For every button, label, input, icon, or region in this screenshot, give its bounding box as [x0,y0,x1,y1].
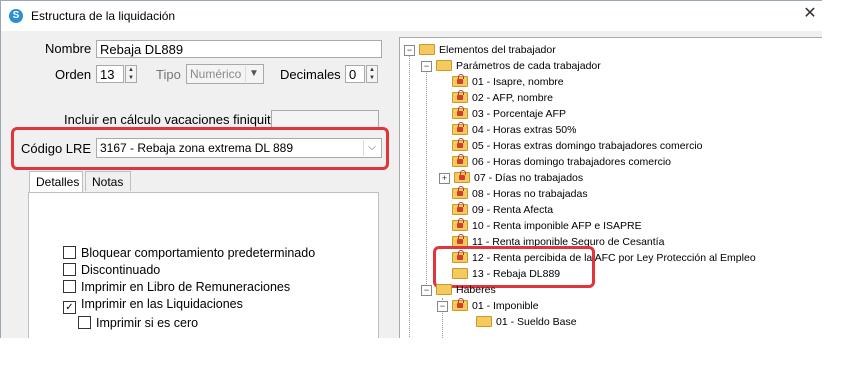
folder-icon [419,44,435,55]
orden-label: Orden [55,67,92,82]
tree-item[interactable]: − 01 - Imponible [437,298,539,314]
close-button[interactable]: ✕ [803,6,817,22]
tree-label: 07 - Días no trabajados [474,172,584,184]
decimales-input[interactable]: 0 [345,65,365,83]
tree-label: 08 - Horas no trabajadas [472,188,588,200]
checkbox-label: Imprimir en las Liquidaciones [81,297,243,311]
tree-label: 05 - Horas extras domingo trabajadores c… [472,140,703,152]
tree-label: Parámetros de cada trabajador [456,60,601,72]
tree-root[interactable]: − Elementos del trabajador [404,42,556,58]
collapse-icon[interactable]: − [404,45,415,56]
tipo-value: Numérico [190,67,242,81]
spin-up-icon[interactable]: ▲ [367,66,377,74]
elements-tree[interactable]: − Elementos del trabajador − Parámetros de… [399,37,823,339]
collapse-icon[interactable]: − [421,61,432,72]
vacaciones-select [271,110,379,128]
spin-down-icon[interactable]: ▼ [126,74,136,82]
checkbox-imprimir-si-cero[interactable]: Imprimir si es cero [78,316,198,330]
tree-item[interactable]: 05 - Horas extras domingo trabajadores c… [452,138,703,154]
tab-detalles[interactable]: Detalles [29,171,83,193]
checkbox-label: Discontinuado [81,263,161,277]
locked-folder-icon [452,74,468,87]
collapse-icon[interactable]: − [437,301,448,312]
tree-label: 04 - Horas extras 50% [472,124,577,136]
orden-spinner[interactable]: ▲ ▼ [125,65,137,83]
checkmark-icon[interactable]: ✓ [63,301,76,314]
checkbox-imprimir-liquidaciones[interactable]: ✓ Imprimir en las Liquidaciones [63,297,243,314]
window-title: Estructura de la liquidación [31,9,176,23]
checkbox-label: Bloquear comportamiento predeterminado [81,246,316,260]
tree-item[interactable]: 10 - Renta imponible AFP e ISAPRE [452,218,642,234]
highlight-box-codigo-lre [11,127,389,170]
locked-folder-icon [452,154,468,167]
folder-icon [436,284,452,295]
tree-label: 01 - Sueldo Base [496,316,577,328]
tree-item[interactable]: +07 - Días no trabajados [439,170,583,186]
tab-notas[interactable]: Notas [85,171,131,191]
tree-label: 09 - Renta Afecta [472,204,554,216]
tipo-label: Tipo [156,67,181,82]
detalles-panel: Bloquear comportamiento predeterminado D… [28,192,379,339]
tree-label: 02 - AFP, nombre [472,92,553,104]
tree-label: 06 - Horas domingo trabajadores comercio [472,156,672,168]
tree-guide [409,51,410,338]
locked-folder-icon [452,122,468,135]
locked-folder-icon [452,202,468,215]
orden-input[interactable]: 13 [96,65,124,83]
checkbox-label: Imprimir en Libro de Remuneraciones [81,280,291,294]
tree-item[interactable]: 08 - Horas no trabajadas [452,186,588,202]
spin-up-icon[interactable]: ▲ [126,66,136,74]
checkbox-label: Imprimir si es cero [96,316,199,330]
locked-folder-icon [452,218,468,231]
tree-item[interactable]: 01 - Isapre, nombre [452,74,564,90]
tree-group-parametros[interactable]: − Parámetros de cada trabajador [421,58,601,74]
checkbox-box[interactable] [63,246,76,259]
tipo-select: Numérico ▼ [186,64,264,84]
folder-icon [436,60,452,71]
decimales-label: Decimales [280,67,341,82]
locked-folder-icon [452,186,468,199]
tree-item[interactable]: 06 - Horas domingo trabajadores comercio [452,154,671,170]
locked-folder-icon [452,138,468,151]
tree-group-haberes[interactable]: − Haberes [421,282,496,298]
checkbox-bloquear[interactable]: Bloquear comportamiento predeterminado [63,246,315,260]
chevron-down-icon: ▼ [245,66,262,82]
tree-guide [426,66,427,288]
locked-folder-icon [452,106,468,119]
nombre-input[interactable]: Rebaja DL889 [96,40,382,58]
decimales-spinner[interactable]: ▲ ▼ [366,65,378,83]
tree-item[interactable]: 09 - Renta Afecta [452,202,553,218]
tree-label: 10 - Renta imponible AFP e ISAPRE [472,220,642,232]
checkbox-box[interactable] [78,316,91,329]
folder-icon [476,316,492,327]
locked-folder-icon [452,90,468,103]
checkbox-imprimir-libro[interactable]: Imprimir en Libro de Remuneraciones [63,280,290,294]
tree-label: Elementos del trabajador [439,44,556,56]
expand-icon[interactable]: + [439,173,450,184]
checkbox-box[interactable] [63,280,76,293]
tree-item[interactable]: 01 - Sueldo Base [476,314,577,330]
torn-edge-right [822,0,853,368]
checkbox-box[interactable] [63,263,76,276]
tree-label: 01 - Isapre, nombre [472,76,564,88]
tree-label: 01 - Imponible [472,300,539,312]
tree-item[interactable]: 04 - Horas extras 50% [452,122,576,138]
collapse-icon[interactable]: − [421,285,432,296]
checkbox-discontinuado[interactable]: Discontinuado [63,263,160,277]
spin-down-icon[interactable]: ▼ [367,74,377,82]
tree-label: Haberes [456,284,496,296]
nombre-label: Nombre [45,41,92,56]
locked-folder-icon [454,170,470,183]
torn-edge-bottom [0,338,853,368]
app-logo-icon: S [9,9,23,23]
dialog-window: S Estructura de la liquidación ✕ Nombre … [0,0,824,340]
tree-item[interactable]: 02 - AFP, nombre [452,90,553,106]
title-bar: S Estructura de la liquidación ✕ [1,1,823,31]
locked-folder-icon [452,298,468,311]
vacaciones-label: Incluir en cálculo vacaciones finiquito [64,112,278,127]
tree-label: 03 - Porcentaje AFP [472,108,566,120]
tree-item[interactable]: 03 - Porcentaje AFP [452,106,566,122]
